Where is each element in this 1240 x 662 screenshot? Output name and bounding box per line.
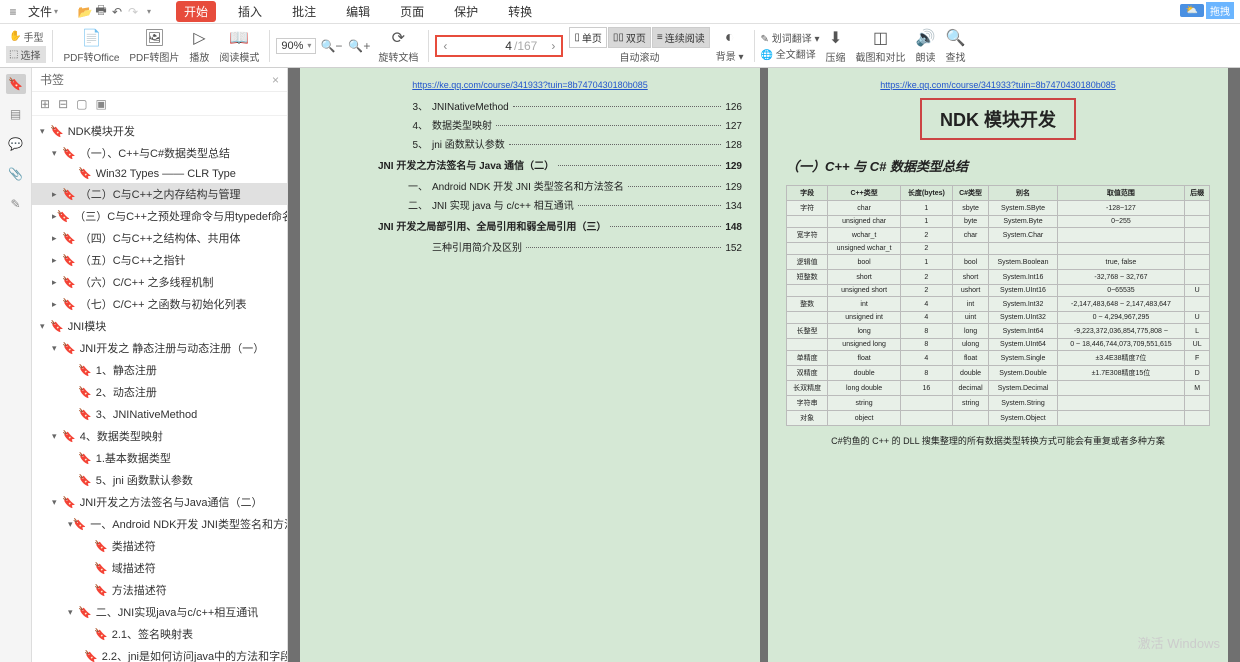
full-translate[interactable]: 🌐 全文翻译 xyxy=(761,46,820,61)
tree-item[interactable]: ▾🔖4、数据类型映射 xyxy=(32,425,287,447)
screenshot-compare[interactable]: ◫截图和对比 xyxy=(852,26,910,66)
single-page[interactable]: ▯ 单页 xyxy=(569,27,607,48)
print-icon[interactable]: 🖶 xyxy=(94,5,108,19)
file-menu[interactable]: 文件 ▾ xyxy=(22,1,64,22)
read-aloud[interactable]: 🔊朗读 xyxy=(912,26,940,66)
menu-tab-3[interactable]: 编辑 xyxy=(338,1,378,22)
tree-item[interactable]: ▸🔖（七）C/C++ 之函数与初始化列表 xyxy=(32,293,287,315)
rotate-doc[interactable]: ⟳旋转文档 xyxy=(374,26,422,66)
rail-thumbnails-icon[interactable]: ▤ xyxy=(6,104,26,124)
menu-tab-0[interactable]: 开始 xyxy=(176,1,216,22)
double-page[interactable]: ▯▯ 双页 xyxy=(608,27,651,48)
rail-edit-icon[interactable]: ✎ xyxy=(6,194,26,214)
read-mode[interactable]: 📖阅读模式 xyxy=(215,26,263,66)
tree-item[interactable]: 🔖2.2、jni是如何访问java中的方法和字段 xyxy=(32,645,287,662)
back-icon[interactable]: ↶ xyxy=(110,5,124,19)
tree-item[interactable]: ▸🔖（六）C/C++ 之多线程机制 xyxy=(32,271,287,293)
tree-item[interactable]: ▸🔖（二）C与C++之内存结构与管理 xyxy=(32,183,287,205)
prev-page-icon[interactable]: ‹ xyxy=(437,39,453,53)
page-total: /167 xyxy=(514,39,545,53)
tree-item[interactable]: 🔖2.1、签名映射表 xyxy=(32,623,287,645)
tree-item[interactable]: 🔖3、JNINativeMethod xyxy=(32,403,287,425)
rail-bookmark-icon[interactable]: 🔖 xyxy=(6,74,26,94)
page-right: https://ke.qq.com/course/341933?tuin=8b7… xyxy=(768,68,1228,662)
tree-item[interactable]: 🔖1、静态注册 xyxy=(32,359,287,381)
zoom-in-icon[interactable]: 🔍+ xyxy=(346,39,372,53)
continuous-read[interactable]: ≡ 连续阅读 xyxy=(652,27,710,48)
page-link[interactable]: https://ke.qq.com/course/341933?tuin=8b7… xyxy=(786,80,1210,90)
page-current[interactable]: 4 xyxy=(453,39,514,53)
tree-item[interactable]: ▾🔖NDK模块开发 xyxy=(32,120,287,142)
menu-tab-1[interactable]: 插入 xyxy=(230,1,270,22)
watermark: 激活 Windows xyxy=(1138,633,1220,652)
tree-item[interactable]: 🔖类描述符 xyxy=(32,535,287,557)
collapse-all-icon[interactable]: ⊟ xyxy=(58,97,68,111)
search-button[interactable]: 🔍查找 xyxy=(942,26,970,66)
tree-item[interactable]: ▾🔖（一）、C++与C#数据类型总结 xyxy=(32,142,287,164)
open-icon[interactable]: 📂 xyxy=(78,5,92,19)
tree-item[interactable]: 🔖方法描述符 xyxy=(32,579,287,601)
tree-item[interactable]: ▾🔖一、Android NDK开发 JNI类型签名和方法签名 xyxy=(32,513,287,535)
background-menu[interactable]: ◐背景 ▾ xyxy=(712,27,748,65)
tree-item[interactable]: ▸🔖（五）C与C++之指针 xyxy=(32,249,287,271)
zoom-out-icon[interactable]: 🔍− xyxy=(318,39,344,53)
datatype-table: 字段C++类型长度(bytes)C#类型别名取值范围后缀 字符char1sbyt… xyxy=(786,185,1210,426)
tree-item[interactable]: ▾🔖JNI模块 xyxy=(32,315,287,337)
compress-button[interactable]: ⬇压缩 xyxy=(822,26,850,66)
expand-all-icon[interactable]: ⊞ xyxy=(40,97,50,111)
rail-attach-icon[interactable]: 📎 xyxy=(6,164,26,184)
dropdown-icon[interactable]: ▾ xyxy=(142,5,156,19)
pdf-to-office[interactable]: 📄PDF转Office xyxy=(59,26,123,66)
zoom-select[interactable]: 90%▾ xyxy=(276,38,316,54)
cloud-badge[interactable]: ⛅ xyxy=(1180,4,1204,17)
tree-item[interactable]: ▾🔖JNI开发之方法签名与Java通信（二） xyxy=(32,491,287,513)
tree-item[interactable]: 🔖Win32 Types —— CLR Type xyxy=(32,164,287,183)
rail-comments-icon[interactable]: 💬 xyxy=(6,134,26,154)
tree-item[interactable]: ▸🔖（三）C与C++之预处理命令与用typedef命名已有类型 xyxy=(32,205,287,227)
select-mode[interactable]: ⬚ 选择 xyxy=(6,46,46,63)
tree-item[interactable]: 🔖1.基本数据类型 xyxy=(32,447,287,469)
close-sidebar-icon[interactable]: × xyxy=(272,73,279,87)
page-left: https://ke.qq.com/course/341933?tuin=8b7… xyxy=(300,68,760,662)
menu-tab-2[interactable]: 批注 xyxy=(284,1,324,22)
page-navigator[interactable]: ‹ 4 /167 › xyxy=(435,35,563,57)
menu-tab-4[interactable]: 页面 xyxy=(392,1,432,22)
ndk-title: NDK 模块开发 xyxy=(920,98,1076,140)
section-heading: （一）C++ 与 C# 数据类型总结 xyxy=(786,156,1210,175)
next-page-icon[interactable]: › xyxy=(545,39,561,53)
forward-icon[interactable]: ↷ xyxy=(126,5,140,19)
hamburger-icon[interactable]: ≡ xyxy=(6,5,20,19)
tree-item[interactable]: 🔖2、动态注册 xyxy=(32,381,287,403)
bookmark-tool2-icon[interactable]: ▣ xyxy=(95,97,106,111)
tree-item[interactable]: ▾🔖二、JNI实现java与c/c++相互通讯 xyxy=(32,601,287,623)
pdf-to-image[interactable]: 🖼PDF转图片 xyxy=(125,26,183,66)
tree-item[interactable]: 🔖5、jni 函数默认参数 xyxy=(32,469,287,491)
word-translate[interactable]: ✎ 划词翻译 ▾ xyxy=(761,30,820,45)
auto-scroll[interactable]: 自动滚动 xyxy=(620,49,660,64)
tree-item[interactable]: ▸🔖（四）C与C++之结构体、共用体 xyxy=(32,227,287,249)
bookmark-tool-icon[interactable]: ▢ xyxy=(76,97,87,111)
menu-tab-5[interactable]: 保护 xyxy=(446,1,486,22)
tree-item[interactable]: ▾🔖JNI开发之 静态注册与动态注册（一） xyxy=(32,337,287,359)
tree-item[interactable]: 🔖域描述符 xyxy=(32,557,287,579)
sidebar-title: 书签 xyxy=(40,71,64,88)
menu-tab-6[interactable]: 转换 xyxy=(500,1,540,22)
drag-badge[interactable]: 拖拽 xyxy=(1206,2,1234,19)
table-note: C#钓鱼的 C++ 的 DLL 搜集整理的所有数据类型转换方式可能会有重复或者多… xyxy=(786,434,1210,447)
page-link[interactable]: https://ke.qq.com/course/341933?tuin=8b7… xyxy=(318,80,742,90)
hand-mode[interactable]: ✋ 手型 xyxy=(6,28,46,45)
play-button[interactable]: ▷播放 xyxy=(185,26,213,66)
